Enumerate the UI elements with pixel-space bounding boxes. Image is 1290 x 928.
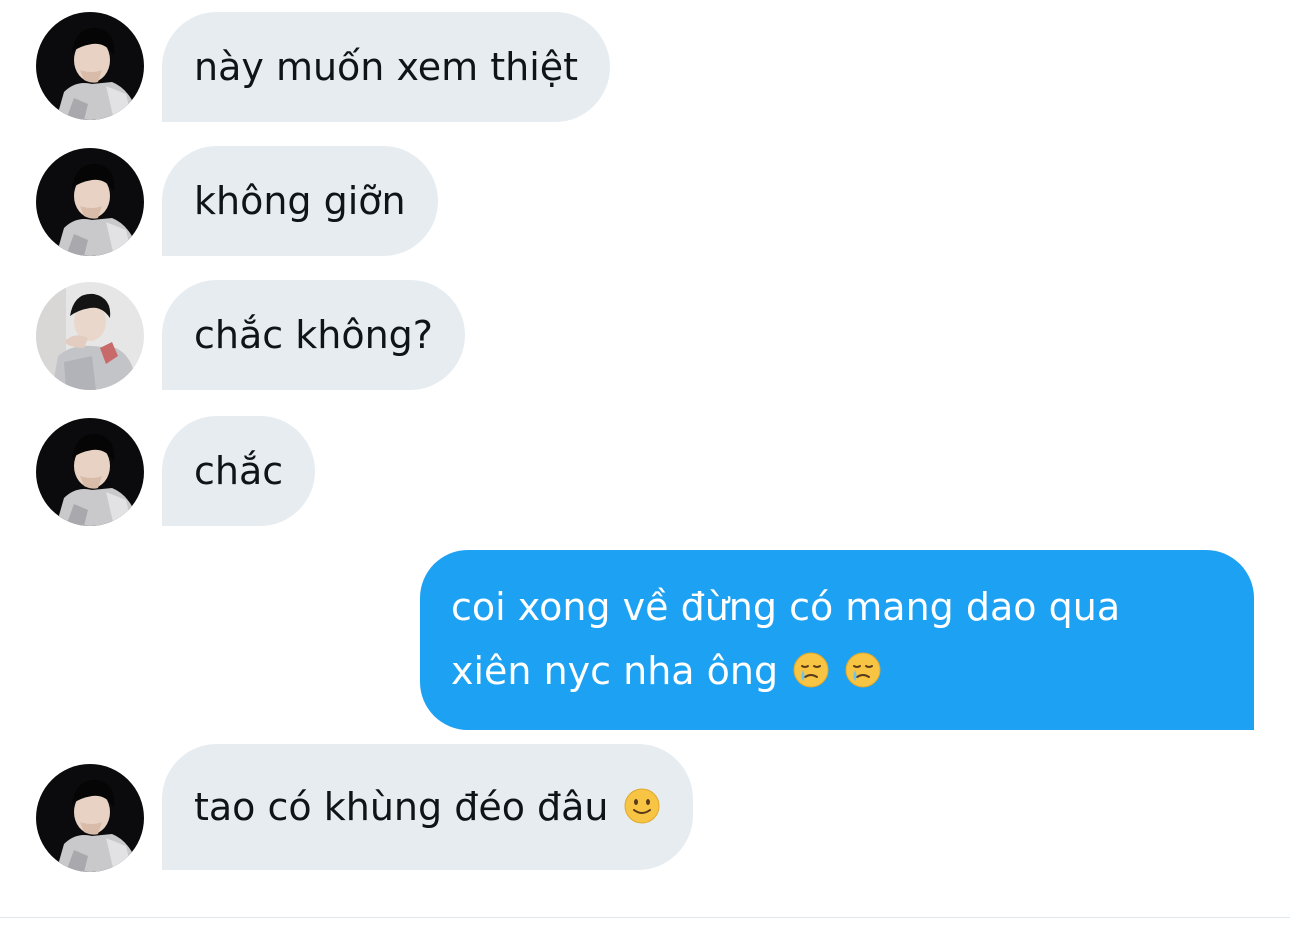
crying-face-icon (844, 651, 882, 689)
avatar[interactable] (36, 764, 144, 872)
message-text: không giỡn (194, 179, 406, 223)
avatar[interactable] (36, 148, 144, 256)
avatar[interactable] (36, 418, 144, 526)
divider (0, 917, 1290, 918)
message-bubble[interactable]: chắc không? (162, 280, 465, 390)
message-text: tao có khùng đéo đâu (194, 785, 609, 829)
message-bubble[interactable]: này muốn xem thiệt (162, 12, 611, 122)
message-bubble-sent[interactable]: coi xong về đừng có mang dao qua xiên ny… (420, 550, 1254, 730)
message-bubble[interactable]: chắc (162, 416, 316, 526)
message-text-line: coi xong về đừng có mang dao qua (451, 585, 1121, 629)
avatar[interactable] (36, 12, 144, 120)
message-text: này muốn xem thiệt (194, 45, 579, 89)
message-bubble[interactable]: tao có khùng đéo đâu (162, 744, 693, 870)
message-bubble[interactable]: không giỡn (162, 146, 438, 256)
crying-face-icon (792, 651, 830, 689)
slightly-smiling-face-icon (623, 787, 661, 825)
message-text-line: xiên nyc nha ông (451, 639, 1224, 703)
message-thread: này muốn xem thiệt không giỡn chắc không… (0, 0, 1290, 918)
message-text: xiên nyc nha ông (451, 649, 779, 693)
message-text: chắc không? (194, 313, 433, 357)
avatar[interactable] (36, 282, 144, 390)
message-text: chắc (194, 449, 284, 493)
